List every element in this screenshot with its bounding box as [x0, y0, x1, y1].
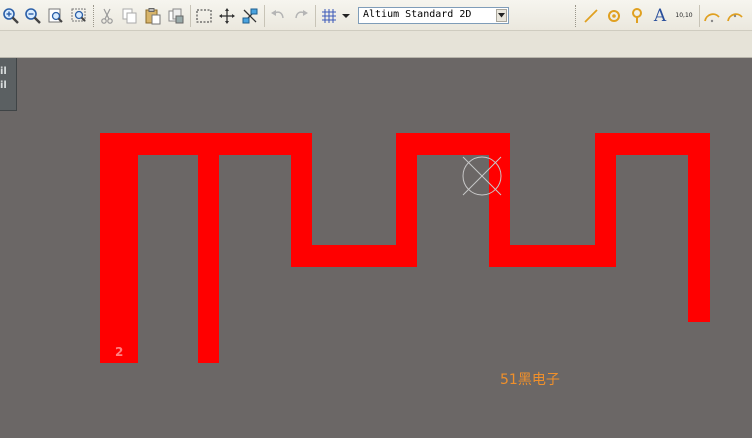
select-cross-icon[interactable]: [240, 6, 260, 26]
panel-side-tab[interactable]: il il: [0, 58, 17, 111]
grid-dropdown-arrow-icon[interactable]: [340, 6, 352, 26]
zoom-fit-document-icon[interactable]: [46, 6, 66, 26]
via-icon[interactable]: [627, 6, 647, 26]
undo-icon[interactable]: [268, 6, 288, 26]
redo-icon[interactable]: [291, 6, 311, 26]
pcb-design-canvas[interactable]: [0, 58, 752, 438]
trace-stub-vertical[interactable]: [198, 133, 219, 363]
select-area-icon[interactable]: [194, 6, 214, 26]
view-configuration-value: Altium Standard 2D: [363, 9, 472, 20]
zoom-in-icon[interactable]: [1, 6, 21, 26]
grid-icon[interactable]: [319, 6, 339, 26]
coordinate-icon[interactable]: 10,10: [672, 6, 696, 26]
trace-pad-left-wide[interactable]: [100, 133, 138, 363]
zoom-out-icon[interactable]: [23, 6, 43, 26]
chevron-down-icon[interactable]: [496, 9, 507, 22]
panel-side-tab-text-1: il: [0, 66, 7, 77]
paste-icon[interactable]: [143, 6, 163, 26]
arc-center-icon[interactable]: [702, 6, 722, 26]
arc-edge-icon[interactable]: [725, 6, 745, 26]
string-icon[interactable]: A: [650, 6, 670, 26]
zoom-area-icon[interactable]: [69, 6, 89, 26]
line-icon[interactable]: [581, 6, 601, 26]
move-icon[interactable]: [217, 6, 237, 26]
coordinate-icon-text: 10,10: [675, 12, 693, 19]
rubber-stamp-icon[interactable]: [166, 6, 186, 26]
cut-icon[interactable]: [97, 6, 117, 26]
pad-number-label: 2: [115, 345, 124, 359]
panel-side-tab-text-2: il: [0, 80, 7, 91]
copy-icon[interactable]: [120, 6, 140, 26]
pad-icon[interactable]: [604, 6, 624, 26]
main-toolbar: Altium Standard 2D A 10,10: [0, 0, 752, 31]
secondary-toolbar-strip: [0, 31, 752, 58]
pcb-trace-group: [100, 133, 710, 363]
trace-end-vertical[interactable]: [688, 133, 710, 322]
string-icon-letter: A: [653, 6, 667, 26]
watermark-text: 51黑电子: [500, 372, 560, 388]
view-configuration-select[interactable]: Altium Standard 2D: [358, 7, 509, 24]
